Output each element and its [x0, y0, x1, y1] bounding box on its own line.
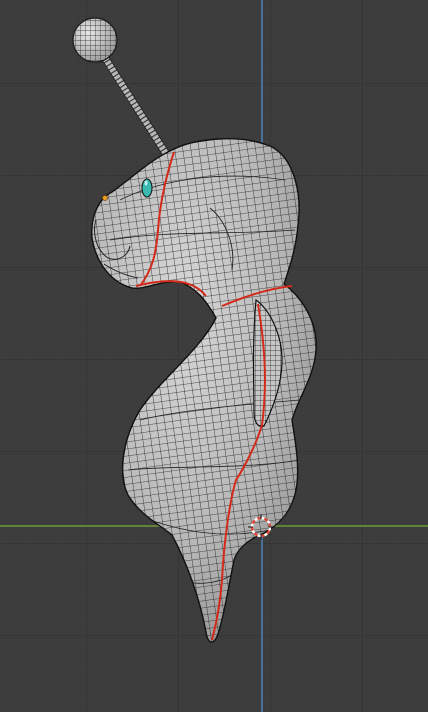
selected-vertex-marker[interactable] — [102, 195, 108, 201]
eye-highlight — [144, 180, 148, 186]
antenna-ball-wire — [73, 18, 117, 62]
viewport-canvas[interactable] — [0, 0, 428, 712]
3d-viewport[interactable] — [0, 0, 428, 712]
eye — [141, 178, 153, 198]
